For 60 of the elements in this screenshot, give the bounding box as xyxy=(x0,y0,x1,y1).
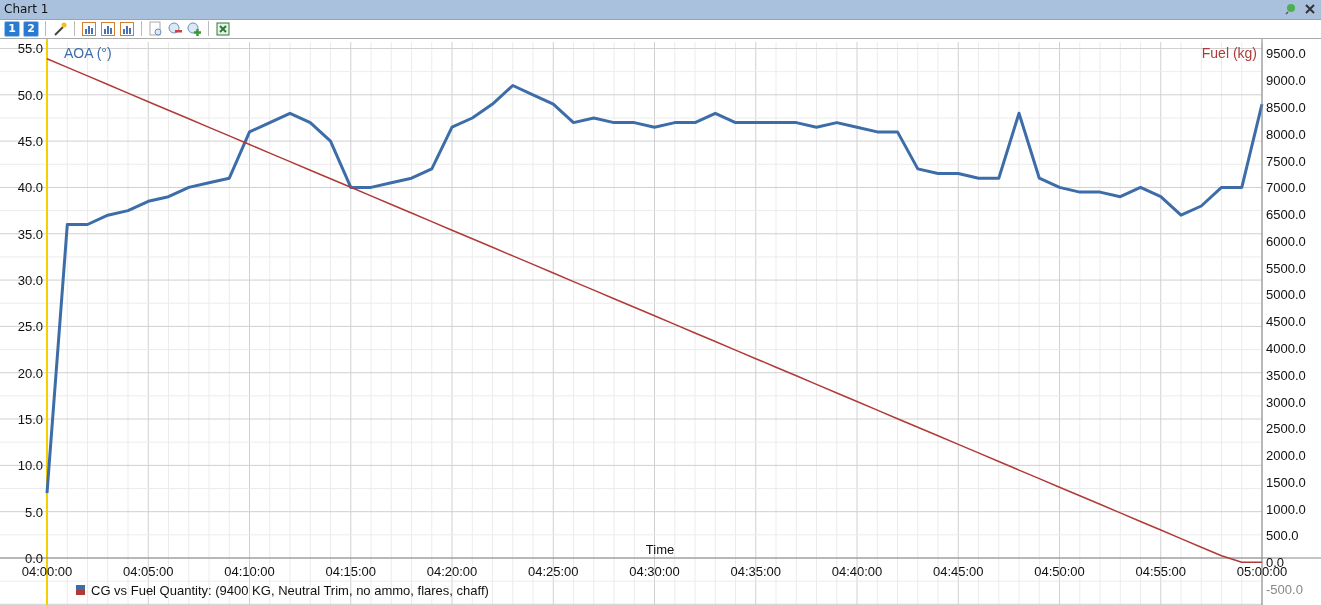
x-tick-label: 04:20:00 xyxy=(426,564,478,579)
bar-chart-icon[interactable] xyxy=(81,20,97,37)
window-title: Chart 1 xyxy=(4,2,49,17)
y-tick-label: 9000.0 xyxy=(1266,73,1306,89)
x-tick-label: 04:15:00 xyxy=(325,564,377,579)
x-tick-label: 04:55:00 xyxy=(1135,564,1187,579)
y-tick-label: 4500.0 xyxy=(1266,314,1306,330)
legend-label: CG vs Fuel Quantity: (9400 KG, Neutral Trim, no ammo, flares, chaff) xyxy=(91,583,489,598)
y-tick-label: -500.0 xyxy=(1266,581,1303,597)
axis-toggle-button[interactable]: 2 xyxy=(23,20,39,37)
x-tick-label: 04:35:00 xyxy=(730,564,782,579)
x-tick-label: 04:50:00 xyxy=(1034,564,1085,579)
y-tick-label: 0.0 xyxy=(24,551,43,566)
x-axis-title: Time xyxy=(645,542,675,557)
y-tick-label: 5500.0 xyxy=(1266,260,1306,276)
y-tick-label: 1500.0 xyxy=(1266,474,1306,490)
bar-chart-icon[interactable] xyxy=(100,20,116,37)
y-tick-label: 8000.0 xyxy=(1266,126,1306,142)
y-tick-label: 5000.0 xyxy=(1266,287,1306,303)
y-tick-label: 500.0 xyxy=(1266,528,1299,544)
x-tick-label: 04:45:00 xyxy=(932,564,984,579)
y-tick-label: 30.0 xyxy=(17,273,43,289)
y-tick-label: 35.0 xyxy=(17,226,43,242)
right-axis-title: Fuel (kg) xyxy=(1201,45,1257,61)
y-tick-label: 6500.0 xyxy=(1266,207,1306,223)
y-tick-label: 8500.0 xyxy=(1266,100,1306,115)
x-tick-label: 04:25:00 xyxy=(527,564,579,579)
magic-wand-icon[interactable] xyxy=(52,20,68,37)
y-tick-label: 25.0 xyxy=(17,319,43,335)
y-tick-label: 1000.0 xyxy=(1266,501,1306,517)
close-icon[interactable] xyxy=(1305,4,1315,15)
y-tick-label: 5.0 xyxy=(24,504,43,520)
x-tick-label: 04:30:00 xyxy=(629,564,680,579)
y-tick-label: 20.0 xyxy=(17,365,43,381)
x-tick-label: 04:40:00 xyxy=(831,564,883,579)
zoom-page-icon[interactable] xyxy=(148,20,164,37)
y-tick-label: 40.0 xyxy=(17,180,43,196)
x-tick-label: 04:05:00 xyxy=(122,564,174,579)
zoom-out-icon[interactable] xyxy=(167,20,183,37)
y-tick-label: 10.0 xyxy=(17,458,43,474)
y-tick-label: 4000.0 xyxy=(1266,340,1306,356)
y-tick-label: 3000.0 xyxy=(1266,394,1306,410)
y-tick-label: 3500.0 xyxy=(1266,367,1306,383)
y-tick-label: 55.0 xyxy=(17,41,43,57)
cursor-line[interactable] xyxy=(46,39,48,605)
axis-toggle-button[interactable]: 1 xyxy=(4,20,20,37)
y-tick-label: 9500.0 xyxy=(1266,46,1306,62)
x-tick-label: 04:10:00 xyxy=(224,564,275,579)
y-tick-label: 7000.0 xyxy=(1266,180,1306,196)
y-tick-label: 6000.0 xyxy=(1266,233,1306,249)
left-axis-title: AOA (°) xyxy=(64,45,112,61)
y-tick-label: 2500.0 xyxy=(1266,421,1306,437)
bar-chart-icon[interactable] xyxy=(119,20,135,37)
y-tick-label: 2000.0 xyxy=(1266,448,1306,464)
y-tick-label: 15.0 xyxy=(17,412,43,428)
y-tick-label: 7500.0 xyxy=(1266,153,1306,169)
zoom-in-icon[interactable] xyxy=(186,20,202,37)
y-tick-label: 45.0 xyxy=(17,134,43,150)
y-tick-label: 50.0 xyxy=(17,87,43,103)
spreadsheet-icon[interactable] xyxy=(215,20,231,37)
